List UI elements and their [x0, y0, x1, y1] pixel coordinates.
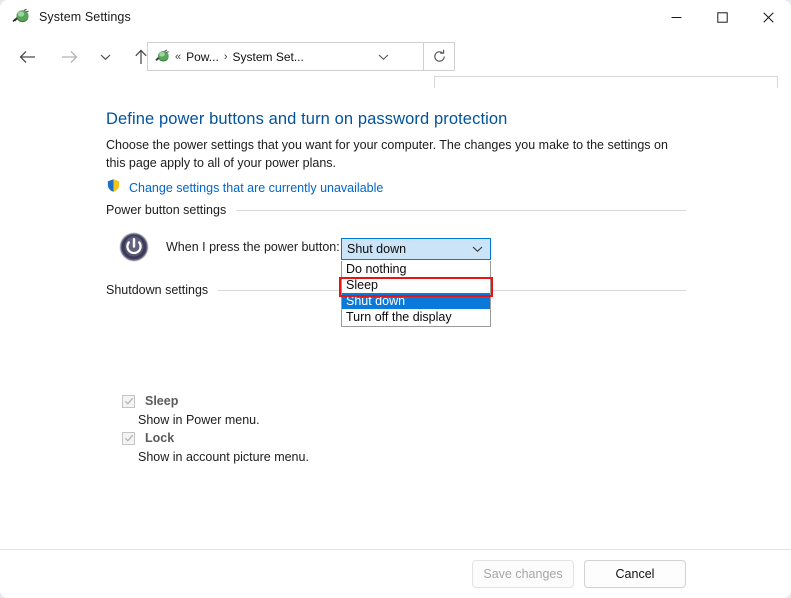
- breadcrumb-item-system-settings[interactable]: System Set...: [232, 50, 303, 64]
- power-button-icon: [118, 231, 150, 263]
- system-settings-window: System Settings « Pow... › System Set...…: [0, 0, 791, 598]
- save-changes-button[interactable]: Save changes: [472, 560, 574, 588]
- checkbox-row-lock[interactable]: Lock: [122, 431, 174, 445]
- checkbox-sleep-description: Show in Power menu.: [138, 413, 260, 427]
- shutdown-settings-label: Shutdown settings: [106, 283, 209, 297]
- power-button-action-dropdown-list[interactable]: Do nothing Sleep Shut down Turn off the …: [341, 261, 491, 327]
- recent-locations-button[interactable]: [94, 42, 116, 72]
- refresh-button[interactable]: [424, 42, 455, 71]
- minimize-button[interactable]: [653, 0, 699, 34]
- combobox-value: Shut down: [347, 242, 407, 256]
- checkbox-lock-label: Lock: [145, 431, 175, 445]
- power-plug-icon: [12, 8, 30, 26]
- caption-buttons: [653, 0, 791, 34]
- power-button-row: When I press the power button:: [118, 231, 340, 263]
- footer-bar: Save changes Cancel: [0, 550, 791, 598]
- dropdown-option-shut-down[interactable]: Shut down: [342, 293, 490, 309]
- maximize-button[interactable]: [699, 0, 745, 34]
- checkbox-sleep-label: Sleep: [145, 394, 179, 408]
- forward-button[interactable]: [54, 42, 84, 72]
- page-title: Define power buttons and turn on passwor…: [106, 110, 508, 128]
- change-settings-link[interactable]: Change settings that are currently unava…: [106, 178, 383, 198]
- navigation-bar: « Pow... › System Set... Search Control …: [0, 34, 791, 113]
- section-divider: [236, 209, 686, 211]
- checkbox-lock-description: Show in account picture menu.: [138, 450, 309, 464]
- breadcrumb-item-power[interactable]: Pow...: [186, 50, 219, 64]
- checkbox-sleep[interactable]: [122, 394, 135, 408]
- back-button[interactable]: [12, 42, 42, 72]
- checkbox-lock[interactable]: [122, 431, 135, 445]
- power-button-action-label: When I press the power button:: [166, 240, 340, 254]
- window-title: System Settings: [39, 10, 131, 24]
- dropdown-option-do-nothing[interactable]: Do nothing: [342, 261, 490, 277]
- chevron-down-icon[interactable]: [472, 239, 483, 259]
- shield-icon: [106, 178, 121, 198]
- dropdown-option-turn-off-the-display[interactable]: Turn off the display: [342, 309, 490, 325]
- close-button[interactable]: [745, 0, 791, 34]
- change-settings-link-label: Change settings that are currently unava…: [129, 181, 384, 195]
- address-bar[interactable]: « Pow... › System Set...: [147, 42, 424, 71]
- power-button-settings-section-header: Power button settings: [106, 203, 686, 217]
- dropdown-option-sleep[interactable]: Sleep: [342, 277, 490, 293]
- power-plug-icon: [154, 49, 170, 65]
- power-button-action-combobox[interactable]: Shut down: [341, 238, 491, 260]
- chevron-down-icon[interactable]: [378, 43, 389, 70]
- cancel-button[interactable]: Cancel: [584, 560, 686, 588]
- power-button-settings-label: Power button settings: [106, 203, 227, 217]
- page-description: Choose the power settings that you want …: [106, 138, 668, 170]
- checkbox-row-sleep[interactable]: Sleep: [122, 394, 178, 408]
- breadcrumb-separator: ›: [223, 50, 228, 63]
- content-area: Define power buttons and turn on passwor…: [0, 88, 791, 550]
- breadcrumb-prefix: «: [175, 50, 182, 63]
- title-bar: System Settings: [0, 0, 791, 34]
